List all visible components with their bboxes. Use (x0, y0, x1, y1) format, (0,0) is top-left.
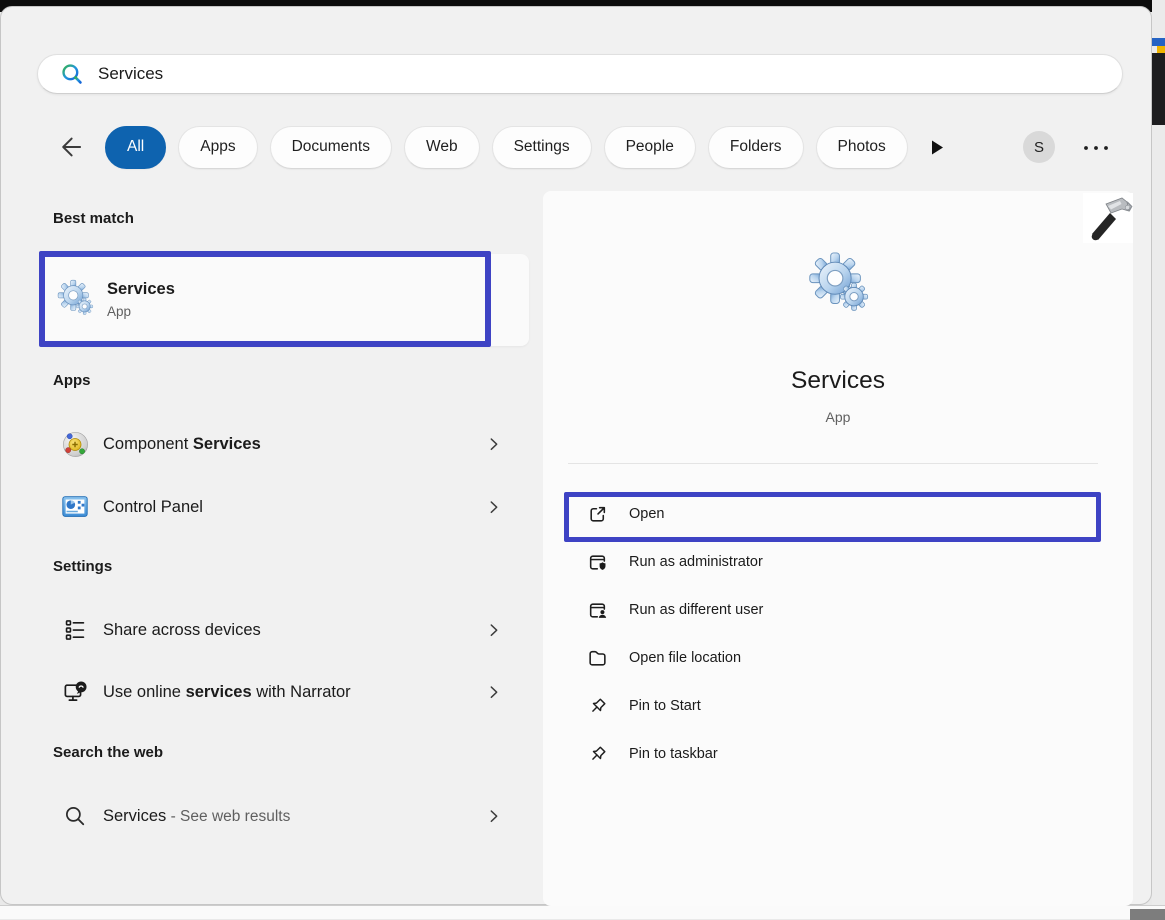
filter-tab-photos[interactable]: Photos (816, 126, 908, 169)
action-label: Run as administrator (629, 554, 763, 570)
back-arrow-icon (58, 134, 84, 160)
filter-pills: All Apps Documents Web Settings People F… (105, 126, 908, 169)
chevron-right-icon (485, 621, 503, 639)
background-content-fleck (1157, 46, 1165, 53)
result-web-search-services[interactable]: Services - See web results (41, 785, 529, 847)
result-label: Services - See web results (103, 807, 290, 826)
background-window-bottom-edge (0, 905, 1165, 919)
background-window-dark-block (1152, 53, 1165, 125)
settings-header: Settings (53, 558, 112, 575)
expand-chevron[interactable] (485, 435, 503, 453)
action-open[interactable]: Open (543, 490, 1133, 538)
best-match-title: Services (107, 278, 175, 300)
window-person-icon (587, 600, 608, 621)
chevron-right-icon (485, 807, 503, 825)
action-run-as-different-user[interactable]: Run as different user (543, 586, 1133, 634)
search-the-web-header: Search the web (53, 744, 163, 761)
chevron-right-icon (485, 435, 503, 453)
services-gears-icon-large (803, 251, 873, 321)
ellipsis-icon (1082, 144, 1112, 152)
open-external-icon (587, 504, 608, 525)
action-run-as-administrator[interactable]: Run as administrator (543, 538, 1133, 586)
filter-tab-folders[interactable]: Folders (708, 126, 804, 169)
apps-header: Apps (53, 372, 91, 389)
result-label: Component Services (103, 435, 261, 454)
options-button[interactable] (1081, 141, 1113, 155)
search-bar[interactable] (37, 54, 1123, 94)
play-triangle-icon (928, 138, 946, 157)
filter-tab-apps[interactable]: Apps (178, 126, 257, 169)
services-gears-icon (54, 279, 96, 321)
action-label: Pin to taskbar (629, 746, 718, 762)
component-services-icon (60, 429, 91, 460)
user-avatar[interactable]: S (1023, 131, 1055, 163)
best-match-result-services[interactable]: Services App (41, 254, 529, 346)
filter-tab-documents[interactable]: Documents (270, 126, 392, 169)
preview-pane: Services App Open (543, 191, 1133, 906)
back-button[interactable] (51, 127, 91, 167)
preview-title: Services (543, 367, 1133, 395)
result-label: Use online services with Narrator (103, 683, 351, 702)
narrator-monitor-icon (62, 679, 89, 706)
app-list-icon (62, 617, 88, 643)
filter-tab-settings[interactable]: Settings (492, 126, 592, 169)
pin-icon (587, 744, 608, 765)
expand-chevron[interactable] (485, 621, 503, 639)
expand-chevron[interactable] (485, 807, 503, 825)
action-label: Run as different user (629, 602, 763, 618)
result-use-online-services-narrator[interactable]: Use online services with Narrator (41, 661, 529, 723)
result-label: Control Panel (103, 498, 203, 517)
best-match-subtitle: App (107, 302, 175, 322)
best-match-header: Best match (53, 210, 134, 227)
background-window-corner (1130, 909, 1165, 920)
preview-subtitle: App (543, 409, 1133, 425)
search-icon (59, 61, 85, 87)
action-label: Open (629, 506, 664, 522)
result-share-across-devices[interactable]: Share across devices (41, 599, 529, 661)
folder-icon (587, 648, 608, 669)
more-filters-button[interactable] (924, 134, 950, 160)
expand-chevron[interactable] (485, 498, 503, 516)
control-panel-icon (60, 492, 90, 522)
window-shield-icon (587, 552, 608, 573)
background-content-fleck (1152, 38, 1165, 46)
background-window-right-edge (1152, 0, 1165, 919)
result-component-services[interactable]: Component Services (41, 413, 529, 475)
search-flyout-panel: All Apps Documents Web Settings People F… (0, 6, 1152, 905)
chevron-right-icon (485, 498, 503, 516)
action-pin-to-taskbar[interactable]: Pin to taskbar (543, 730, 1133, 778)
pin-icon (587, 696, 608, 717)
action-open-file-location[interactable]: Open file location (543, 634, 1133, 682)
divider (568, 463, 1098, 464)
result-label: Share across devices (103, 621, 261, 640)
hammer-cursor-icon (1083, 193, 1133, 243)
expand-chevron[interactable] (485, 683, 503, 701)
web-search-magnifier-icon (62, 803, 88, 829)
action-pin-to-start[interactable]: Pin to Start (543, 682, 1133, 730)
selection-accent-bar (41, 283, 45, 319)
preview-actions: Open Run as administrator (543, 490, 1133, 778)
action-label: Pin to Start (629, 698, 701, 714)
filter-row: All Apps Documents Web Settings People F… (51, 125, 950, 169)
filter-tab-people[interactable]: People (604, 126, 696, 169)
search-input[interactable] (98, 59, 1104, 89)
filter-tab-all[interactable]: All (105, 126, 166, 169)
filter-tab-web[interactable]: Web (404, 126, 480, 169)
result-control-panel[interactable]: Control Panel (41, 476, 529, 538)
best-match-text: Services App (107, 278, 175, 322)
action-label: Open file location (629, 650, 741, 666)
chevron-right-icon (485, 683, 503, 701)
